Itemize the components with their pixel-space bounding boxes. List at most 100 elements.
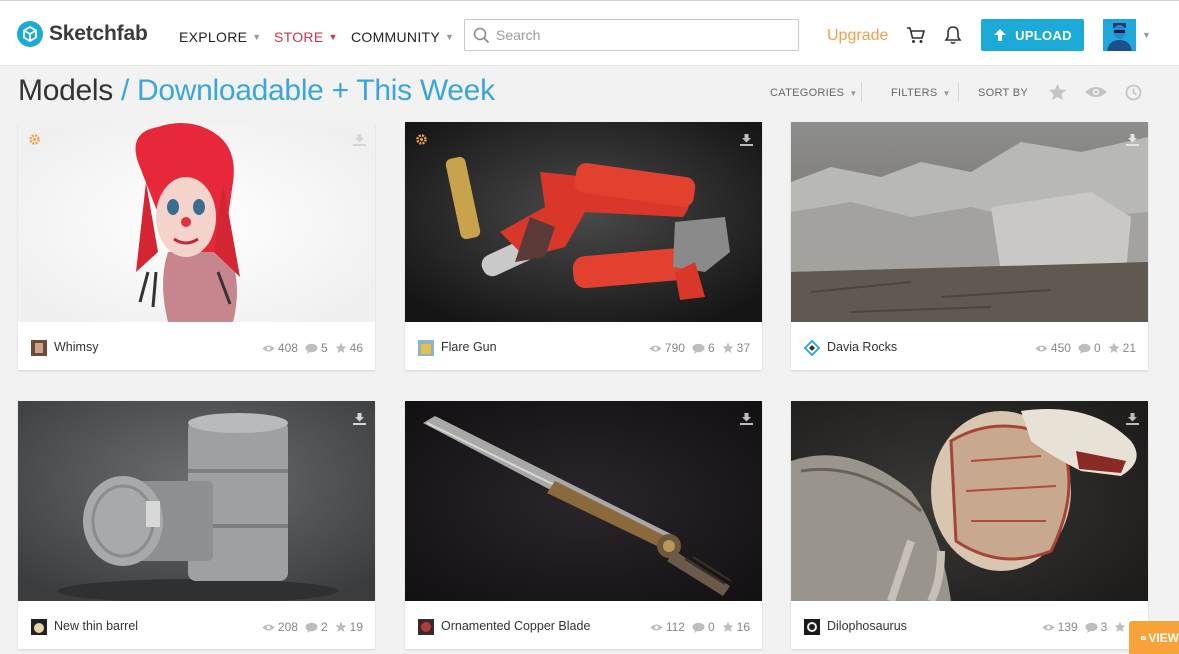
model-card[interactable]: Davia Rocks 450 0 21 [791,122,1148,370]
cart-icon[interactable] [906,26,926,49]
nav-explore[interactable]: EXPLORE ▼ [179,29,261,45]
model-thumbnail[interactable] [405,401,762,601]
viewer-tab-label: VIEW [1148,630,1179,645]
card-footer: Flare Gun 790 6 37 [405,322,762,370]
download-icon[interactable] [740,133,753,151]
likes-stat: 46 [335,341,363,355]
model-card[interactable]: Whimsy 408 5 46 [18,122,375,370]
star-icon [1114,621,1126,632]
views-stat: 450 [1035,341,1071,355]
model-stats: 450 0 21 [1028,341,1136,355]
chevron-down-icon: ▼ [942,88,951,98]
author-avatar[interactable] [418,340,434,356]
upload-label: UPLOAD [1015,27,1072,43]
viewer-floating-tab[interactable]: VIEW [1129,621,1179,654]
model-title[interactable]: New thin barrel [54,619,138,633]
download-icon[interactable] [353,133,366,151]
user-avatar[interactable] [1103,19,1136,51]
views-stat: 408 [262,341,298,355]
model-thumbnail[interactable] [405,122,762,322]
likes-stat: 37 [722,341,750,355]
views-stat: 208 [262,620,298,634]
title-filters: / Downloadable + This Week [112,74,495,107]
comment-icon [305,622,318,633]
search-box[interactable] [464,19,799,51]
eye-icon [1042,624,1055,630]
blade-thumbnail-art [405,401,762,601]
views-stat: 139 [1042,620,1078,634]
comments-stat: 6 [692,341,715,355]
model-card[interactable]: Ornamented Copper Blade 112 0 16 [405,401,762,649]
filters-dropdown[interactable]: FILTERS ▼ [891,87,951,99]
model-title[interactable]: Flare Gun [441,340,497,354]
views-count: 450 [1050,341,1071,355]
star-icon [722,621,734,632]
views-count: 790 [664,341,685,355]
star-icon [335,621,347,632]
eye-icon [650,624,663,630]
sort-recent-clock-icon[interactable] [1125,84,1142,106]
author-avatar[interactable] [418,619,434,635]
author-avatar[interactable] [31,340,47,356]
model-card[interactable]: Flare Gun 790 6 37 [405,122,762,370]
nav-store[interactable]: STORE ▼ [274,29,338,45]
model-stats: 112 0 16 [643,620,750,634]
categories-dropdown[interactable]: CATEGORIES ▼ [770,87,858,99]
staff-pick-gear-icon [416,132,427,150]
notifications-bell-icon[interactable] [944,25,962,50]
download-icon[interactable] [353,412,366,430]
comments-stat: 2 [305,620,328,634]
comments-stat: 0 [1078,341,1101,355]
title-main: Models [18,74,113,107]
views-count: 112 [665,620,685,634]
card-footer: Whimsy 408 5 46 [18,322,375,370]
comments-stat: 5 [305,341,328,355]
download-icon[interactable] [740,412,753,430]
page-title: Models / Downloadable + This Week [18,74,495,108]
sketchfab-logo[interactable]: Sketchfab [17,21,148,47]
author-avatar[interactable] [31,619,47,635]
divider [958,82,959,102]
model-stats: 408 5 46 [255,341,363,355]
model-thumbnail[interactable] [18,122,375,322]
eye-icon [1035,345,1048,351]
card-footer: Dilophosaurus 139 3 1 [791,601,1148,649]
sort-views-eye-icon[interactable] [1084,85,1108,104]
comments-count: 0 [1093,341,1101,355]
model-stats: 790 6 37 [642,341,750,355]
filters-label: FILTERS [891,87,938,99]
model-stats: 139 3 1 [1035,620,1136,634]
star-icon [1108,342,1120,353]
chevron-down-icon: ▼ [849,88,858,98]
chevron-down-icon[interactable]: ▼ [1142,30,1151,40]
nav-community[interactable]: COMMUNITY ▼ [351,29,454,45]
comment-icon [1078,343,1091,354]
model-title[interactable]: Dilophosaurus [827,619,907,633]
views-stat: 112 [650,620,685,634]
model-card[interactable]: New thin barrel 208 2 19 [18,401,375,649]
dinosaur-thumbnail-art [791,401,1148,601]
author-avatar[interactable] [804,340,820,356]
barrel-thumbnail-art [18,401,375,601]
sort-likes-star-icon[interactable] [1048,83,1067,106]
model-title[interactable]: Whimsy [54,340,98,354]
search-input[interactable] [496,27,786,43]
model-title[interactable]: Davia Rocks [827,340,897,354]
upload-button[interactable]: UPLOAD [981,19,1084,51]
download-icon[interactable] [1126,133,1139,151]
model-thumbnail[interactable] [18,401,375,601]
download-icon[interactable] [1126,412,1139,430]
author-avatar[interactable] [804,619,820,635]
upgrade-link[interactable]: Upgrade [827,27,888,45]
eye-icon [649,345,662,351]
model-thumbnail[interactable] [791,401,1148,601]
model-thumbnail[interactable] [791,122,1148,322]
likes-stat: 16 [722,620,750,634]
comments-count: 5 [320,341,328,355]
views-count: 139 [1057,620,1078,634]
eye-icon [262,345,275,351]
comment-icon [305,343,318,354]
model-title[interactable]: Ornamented Copper Blade [441,619,590,633]
star-icon [722,342,734,353]
model-card[interactable]: Dilophosaurus 139 3 1 [791,401,1148,649]
